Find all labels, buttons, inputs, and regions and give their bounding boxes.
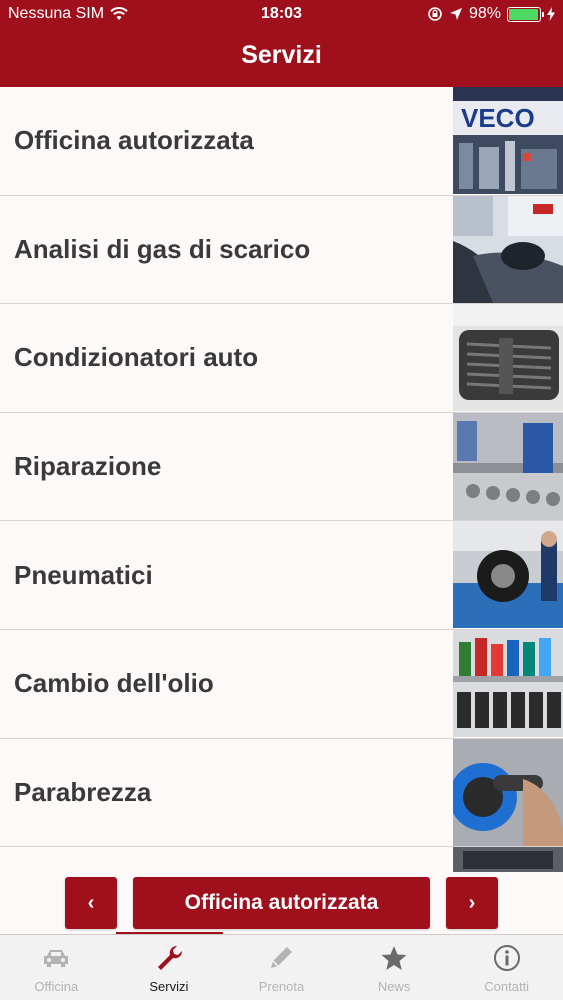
tab-news[interactable]: News xyxy=(338,935,451,1000)
service-label: Analisi di gas di scarico xyxy=(14,233,311,264)
tab-servizi[interactable]: Servizi xyxy=(113,935,226,1000)
service-row-olio[interactable]: Cambio dell'olio xyxy=(0,629,563,739)
service-row-gas[interactable]: Analisi di gas di scarico xyxy=(0,195,563,305)
battery-fill xyxy=(509,8,539,20)
nav-bar: Servizi xyxy=(0,30,563,87)
service-pager: ‹ Officina autorizzata › xyxy=(0,872,563,937)
previous-button[interactable]: ‹ xyxy=(65,877,117,929)
thumb-logo-text: VECO xyxy=(461,103,535,133)
current-service-label: Officina autorizzata xyxy=(184,891,379,914)
service-list[interactable]: Officina autorizzata VECO Analisi di gas… xyxy=(0,87,563,872)
charging-bolt-icon xyxy=(547,7,555,21)
tab-prenota[interactable]: Prenota xyxy=(225,935,338,1000)
tab-label: Servizi xyxy=(149,979,189,994)
status-right: 98% xyxy=(427,5,555,23)
tab-contatti[interactable]: Contatti xyxy=(450,935,563,1000)
rotation-lock-icon xyxy=(428,7,442,21)
battery-percent: 98% xyxy=(468,5,501,22)
tab-label: Contatti xyxy=(484,979,530,994)
service-row-parabrezza[interactable]: Parabrezza xyxy=(0,738,563,848)
service-thumbnail xyxy=(453,847,563,872)
service-label: Condizionatori auto xyxy=(14,342,259,373)
service-label: Officina autorizzata xyxy=(14,125,254,156)
chevron-right-icon: › xyxy=(468,891,476,914)
service-thumbnail xyxy=(453,304,563,412)
service-label: Riparazione xyxy=(14,451,162,482)
service-thumbnail xyxy=(453,195,563,303)
service-row-officina[interactable]: Officina autorizzata VECO xyxy=(0,87,563,196)
tab-label: Prenota xyxy=(258,979,305,994)
service-thumbnail xyxy=(453,521,563,629)
service-label: Parabrezza xyxy=(14,776,152,807)
service-row-partial[interactable] xyxy=(0,847,563,872)
info-icon xyxy=(493,943,521,973)
tab-label: News xyxy=(377,979,411,994)
service-thumbnail: VECO xyxy=(453,87,563,194)
service-label: Cambio dell'olio xyxy=(14,668,214,699)
service-row-condizionatori[interactable]: Condizionatori auto xyxy=(0,304,563,413)
next-button[interactable]: › xyxy=(446,877,498,929)
service-thumbnail xyxy=(453,412,563,520)
battery-icon xyxy=(507,6,544,22)
chevron-left-icon: ‹ xyxy=(87,891,95,914)
page-title: Servizi xyxy=(241,41,322,69)
car-icon xyxy=(42,943,70,973)
current-service-button[interactable]: Officina autorizzata xyxy=(133,877,430,929)
status-bar: Nessuna SIM 18:03 98% xyxy=(0,0,563,30)
service-thumbnail xyxy=(453,738,563,846)
service-row-pneumatici[interactable]: Pneumatici xyxy=(0,521,563,630)
tab-officina[interactable]: Officina xyxy=(0,935,113,1000)
tab-bar: Officina Servizi Prenota News Contatti xyxy=(0,934,563,1000)
location-arrow-icon xyxy=(449,8,462,20)
service-thumbnail xyxy=(453,629,563,737)
pencil-icon xyxy=(267,943,295,973)
service-row-riparazione[interactable]: Riparazione xyxy=(0,412,563,522)
wrench-icon xyxy=(155,943,183,973)
star-icon xyxy=(380,943,408,973)
service-label: Pneumatici xyxy=(14,559,153,590)
tab-label: Officina xyxy=(34,979,79,994)
